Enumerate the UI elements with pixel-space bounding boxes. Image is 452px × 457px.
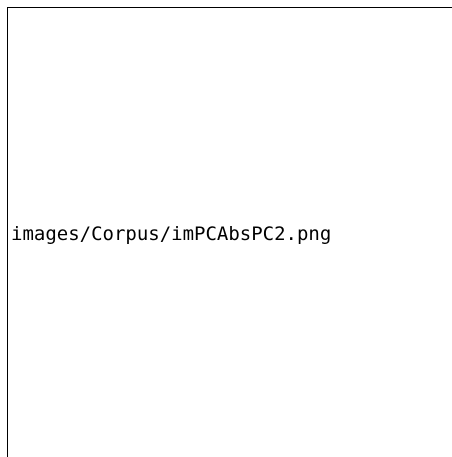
broken-image-frame: images/Corpus/imPCAbsPC2.png: [0, 0, 452, 457]
frame-top-border: [7, 7, 452, 8]
frame-left-border: [7, 7, 8, 457]
image-alt-text: images/Corpus/imPCAbsPC2.png: [11, 223, 332, 245]
